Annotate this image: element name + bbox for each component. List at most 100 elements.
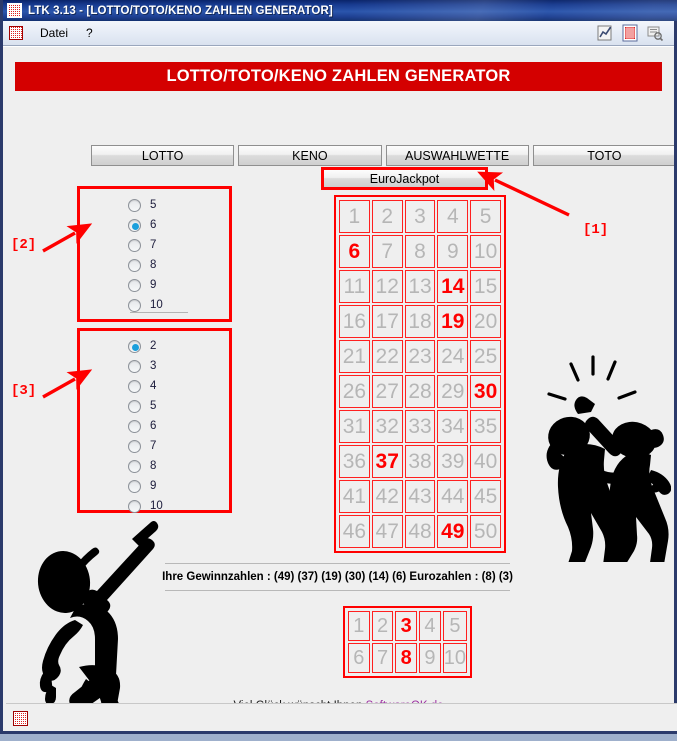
euro-number-grid[interactable]: 1 2 3 4 5 6 7 8 9 10 [343,606,472,678]
tab-lotto[interactable]: LOTTO [91,145,235,166]
radio-euro-3[interactable]: 3 [128,356,163,376]
number-cell-35[interactable]: 35 [470,410,501,443]
number-cell-8[interactable]: 8 [404,235,436,268]
number-cell-47[interactable]: 47 [371,515,403,548]
number-cell-10[interactable]: 10 [470,235,501,268]
number-cell-49[interactable]: 49 [437,515,469,548]
number-cell-9[interactable]: 9 [419,643,441,673]
chart-icon[interactable] [596,24,614,42]
number-cell-5[interactable]: 5 [442,611,467,641]
radio-main-7[interactable]: 7 [128,235,163,255]
number-cell-41[interactable]: 41 [339,480,370,513]
number-cell-40[interactable]: 40 [470,445,501,478]
radio-main-8[interactable]: 8 [128,255,163,275]
number-cell-29[interactable]: 29 [437,375,469,408]
radio-icon [128,339,141,353]
radio-label: 10 [150,299,163,311]
number-cell-48[interactable]: 48 [404,515,436,548]
app-icon[interactable] [7,3,22,18]
number-cell-7[interactable]: 7 [371,235,403,268]
number-cell-25[interactable]: 25 [470,340,501,373]
number-cell-45[interactable]: 45 [470,480,501,513]
number-cell-31[interactable]: 31 [339,410,370,443]
radio-euro-9[interactable]: 9 [128,476,163,496]
tab-keno[interactable]: KENO [238,145,382,166]
number-cell-16[interactable]: 16 [339,305,370,338]
number-cell-24[interactable]: 24 [437,340,469,373]
number-cell-2[interactable]: 2 [371,611,394,641]
number-cell-21[interactable]: 21 [339,340,370,373]
number-cell-6[interactable]: 6 [339,235,370,268]
number-cell-8[interactable]: 8 [395,643,418,673]
number-cell-11[interactable]: 11 [339,270,370,303]
tab-toto[interactable]: TOTO [532,145,674,166]
number-cell-26[interactable]: 26 [339,375,370,408]
radio-euro-10[interactable]: 10 [128,496,163,516]
number-cell-9[interactable]: 9 [437,235,469,268]
number-cell-36[interactable]: 36 [339,445,370,478]
radio-icon [128,238,141,252]
menu-grid-icon[interactable] [9,26,23,40]
number-cell-1[interactable]: 1 [339,200,370,233]
radio-euro-6[interactable]: 6 [128,416,163,436]
number-cell-7[interactable]: 7 [371,643,394,673]
number-cell-38[interactable]: 38 [404,445,436,478]
tab-auswahlwette[interactable]: AUSWAHLWETTE [385,145,529,166]
number-cell-44[interactable]: 44 [437,480,469,513]
radio-label: 9 [150,480,157,492]
radio-icon [128,298,141,312]
number-cell-30[interactable]: 30 [470,375,501,408]
radio-main-6[interactable]: 6 [128,215,163,235]
number-cell-3[interactable]: 3 [395,611,418,641]
radio-euro-4[interactable]: 4 [128,376,163,396]
eurojackpot-button[interactable]: EuroJackpot [323,169,486,188]
number-cell-43[interactable]: 43 [404,480,436,513]
radio-euro-7[interactable]: 7 [128,436,163,456]
number-cell-42[interactable]: 42 [371,480,403,513]
number-cell-22[interactable]: 22 [371,340,403,373]
inspect-icon[interactable] [646,24,664,42]
number-cell-19[interactable]: 19 [437,305,469,338]
radio-main-9[interactable]: 9 [128,275,163,295]
radio-main-5[interactable]: 5 [128,195,163,215]
number-cell-1[interactable]: 1 [348,611,370,641]
number-cell-3[interactable]: 3 [404,200,436,233]
number-cell-12[interactable]: 12 [371,270,403,303]
number-cell-6[interactable]: 6 [348,643,370,673]
radio-euro-5[interactable]: 5 [128,396,163,416]
radio-euro-8[interactable]: 8 [128,456,163,476]
status-grid-icon[interactable] [13,711,28,726]
number-cell-46[interactable]: 46 [339,515,370,548]
euro-numbers-count-group: 2 3 4 5 6 7 8 9 10 [77,328,232,513]
number-cell-37[interactable]: 37 [371,445,403,478]
number-cell-10[interactable]: 10 [442,643,467,673]
radio-label: 7 [150,440,157,452]
number-cell-23[interactable]: 23 [404,340,436,373]
number-cell-39[interactable]: 39 [437,445,469,478]
number-cell-20[interactable]: 20 [470,305,501,338]
pointing-person-silhouette [13,517,178,728]
number-cell-17[interactable]: 17 [371,305,403,338]
menu-bar: Datei ? [3,21,674,46]
number-cell-34[interactable]: 34 [437,410,469,443]
number-cell-4[interactable]: 4 [437,200,469,233]
number-cell-5[interactable]: 5 [470,200,501,233]
number-cell-4[interactable]: 4 [419,611,441,641]
number-cell-28[interactable]: 28 [404,375,436,408]
number-cell-50[interactable]: 50 [470,515,501,548]
main-number-grid[interactable]: 1 2 3 4 5 6 7 8 9 10 11 12 13 14 15 16 17 18 19 20 21 22 23 24 2… [334,195,506,553]
menu-item-help[interactable]: ? [77,24,102,42]
number-cell-33[interactable]: 33 [404,410,436,443]
number-cell-15[interactable]: 15 [470,270,501,303]
radio-label: 9 [150,279,157,291]
number-cell-14[interactable]: 14 [437,270,469,303]
number-cell-2[interactable]: 2 [371,200,403,233]
number-cell-32[interactable]: 32 [371,410,403,443]
generator-icon[interactable] [621,24,639,42]
menu-item-datei[interactable]: Datei [31,24,77,42]
radio-euro-2[interactable]: 2 [128,336,163,356]
radio-label: 7 [150,239,157,251]
number-cell-27[interactable]: 27 [371,375,403,408]
number-cell-18[interactable]: 18 [404,305,436,338]
number-cell-13[interactable]: 13 [404,270,436,303]
